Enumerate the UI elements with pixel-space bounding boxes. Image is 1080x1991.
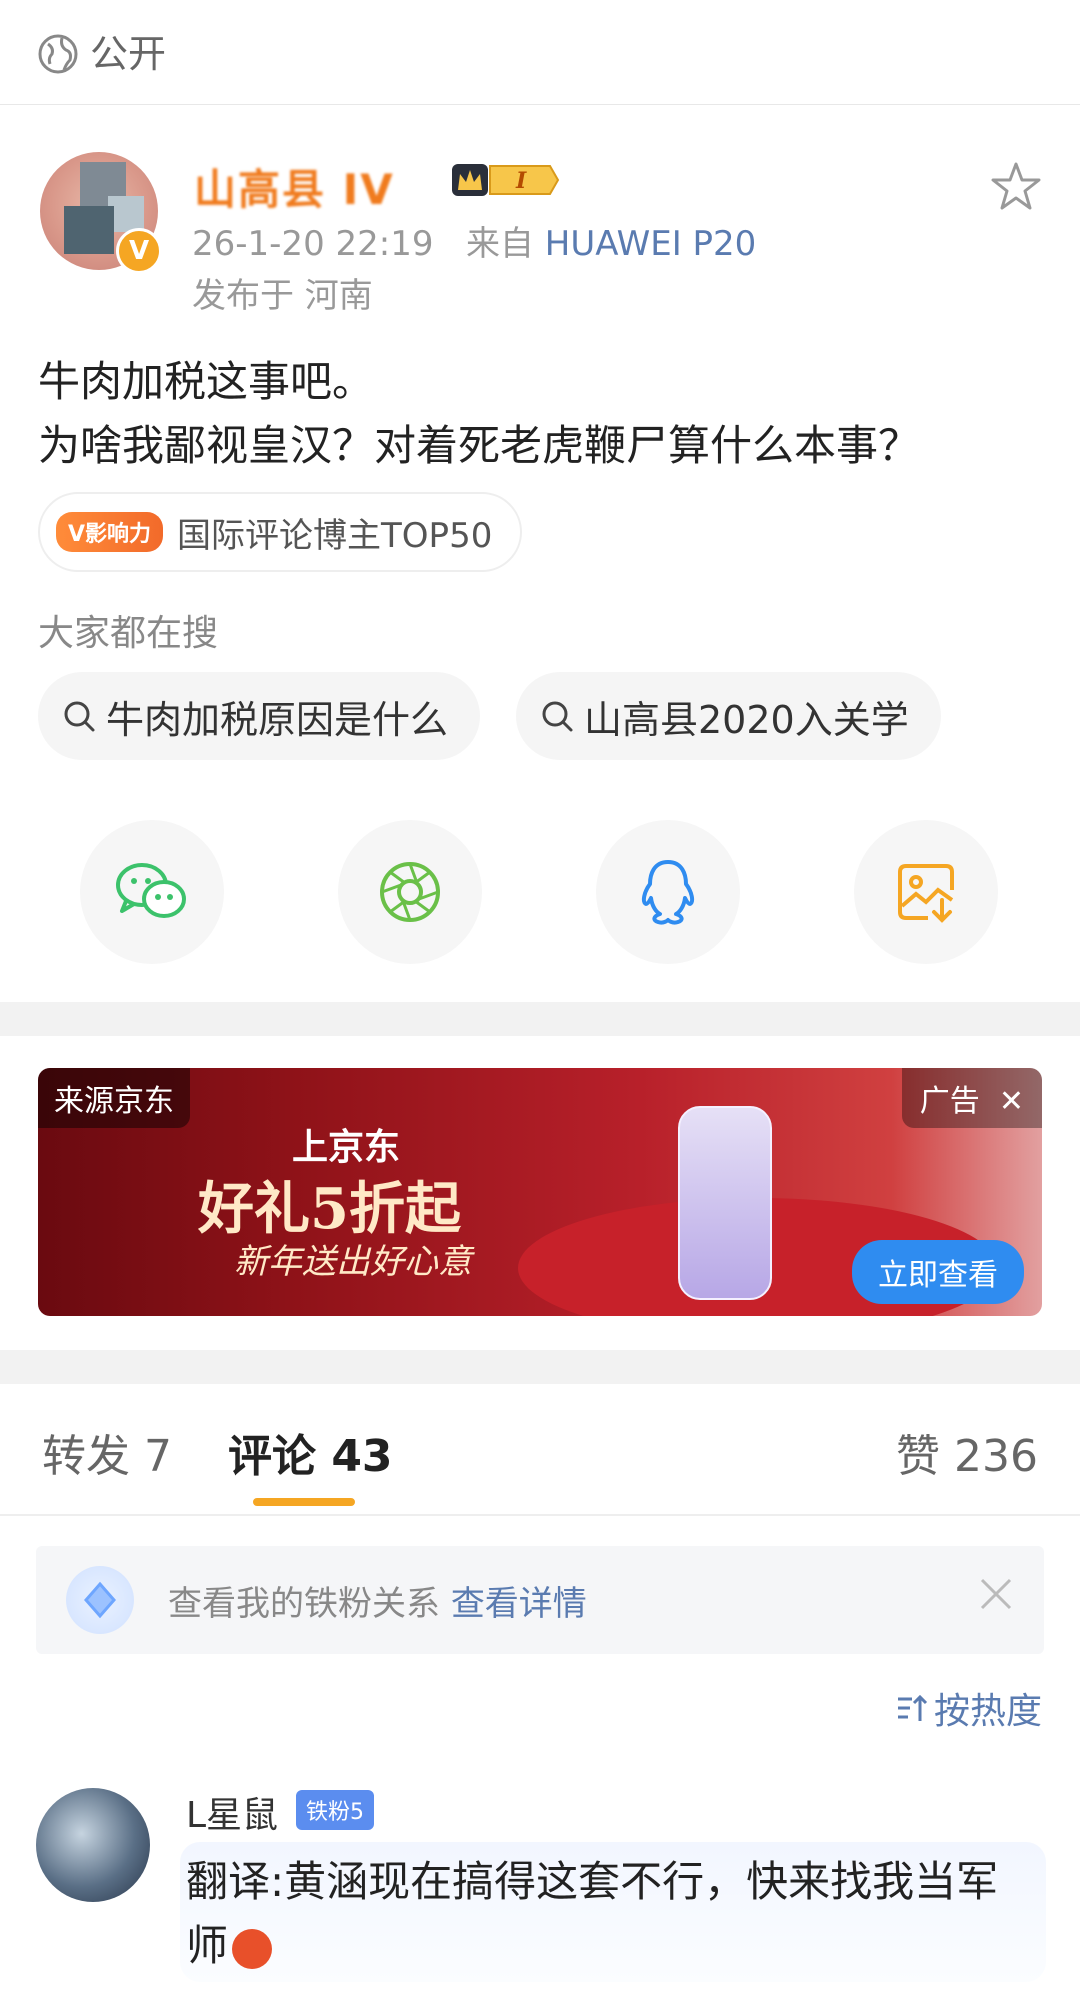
section-divider [0, 1350, 1080, 1384]
ad-promo: 好礼5折起 [198, 1176, 461, 1242]
ad-source: 来源京东 [38, 1068, 190, 1128]
moments-icon [380, 862, 440, 922]
username[interactable]: 山高县 IV [194, 156, 395, 217]
ad-close[interactable]: 广告 ✕ [901, 1068, 1042, 1128]
globe-icon [38, 34, 78, 74]
visibility-label: 公开 [90, 32, 167, 76]
qq-icon [641, 860, 695, 925]
comment-text: 翻译:黄涵现在搞得这套不行，快来找我当军师 [186, 1850, 1036, 1978]
fan-relation-text: 查看我的铁粉关系 查看详情 [168, 1576, 587, 1625]
diamond-icon [66, 1566, 134, 1634]
sort-label: 按热度 [933, 1691, 1042, 1732]
share-wechat-button[interactable] [80, 820, 224, 964]
share-moments-button[interactable] [338, 820, 482, 964]
search-chip[interactable]: 牛肉加税原因是什么 [38, 672, 481, 760]
angry-emoji-icon [232, 1928, 273, 1969]
post-location: 发布于 河南 [192, 276, 373, 316]
from-prefix: 来自 [465, 224, 534, 264]
ad-tag-label: 广告 [919, 1084, 980, 1119]
post-meta: 26-1-20 22:19 来自 HUAWEI P20 [192, 222, 756, 266]
sort-button[interactable]: 按热度 [894, 1682, 1042, 1734]
fan-relation-label: 查看我的铁粉关系 [168, 1584, 440, 1624]
close-icon[interactable] [978, 1576, 1014, 1612]
verified-badge: V [116, 228, 162, 274]
close-icon: ✕ [989, 1084, 1024, 1119]
search-icon [64, 701, 95, 732]
active-tab-indicator [253, 1498, 355, 1506]
commenter-avatar[interactable] [36, 1788, 150, 1902]
membership-crown-icon: I [452, 164, 560, 196]
fan-relation-link[interactable]: 查看详情 [451, 1584, 587, 1624]
ad-slogan: 新年送出好心意 [234, 1242, 472, 1282]
visibility-bar: 公开 [0, 0, 1080, 105]
ad-banner[interactable]: 来源京东 广告 ✕ 上京东 好礼5折起 新年送出好心意 立即查看 [38, 1068, 1042, 1316]
save-image-button[interactable] [854, 820, 998, 964]
fan-relation-bar[interactable]: 查看我的铁粉关系 查看详情 [36, 1546, 1044, 1654]
influence-tag[interactable]: V影响力 国际评论博主TOP50 [38, 492, 523, 572]
save-image-icon [898, 864, 954, 923]
search-chip[interactable]: 山高县2020入关学 [516, 672, 941, 760]
hot-search-title: 大家都在搜 [38, 613, 219, 654]
wechat-icon [116, 863, 186, 918]
commenter-name[interactable]: L星鼠 [186, 1786, 278, 1838]
section-divider [0, 1002, 1080, 1036]
tab-comment[interactable]: 评论 43 [228, 1420, 393, 1484]
influence-text: 国际评论博主TOP50 [177, 515, 493, 556]
device-link[interactable]: HUAWEI P20 [545, 224, 757, 264]
favorite-star-icon[interactable] [990, 160, 1042, 212]
ad-view-button[interactable]: 立即查看 [852, 1240, 1024, 1304]
influence-chip: V影响力 [56, 512, 164, 552]
comment-body: 翻译:黄涵现在搞得这套不行，快来找我当军师 [186, 1857, 999, 1970]
svg-text:I: I [515, 168, 527, 194]
post-time: 26-1-20 22:19 [192, 224, 434, 264]
share-qq-button[interactable] [596, 820, 740, 964]
tab-divider [0, 1514, 1080, 1516]
fan-level-badge: 铁粉5 [296, 1790, 374, 1830]
post-text: 牛肉加税这事吧。 为啥我鄙视皇汉？对着死老虎鞭尸算什么本事？ [38, 357, 921, 470]
search-icon [542, 701, 573, 732]
search-chip-label: 牛肉加税原因是什么 [106, 697, 449, 742]
sort-icon [897, 1694, 928, 1721]
ad-headline: 上京东 [292, 1126, 401, 1168]
tab-like[interactable]: 赞 236 [896, 1420, 1038, 1484]
ad-bottle-image [678, 1106, 772, 1300]
tab-repost[interactable]: 转发 7 [42, 1420, 172, 1484]
search-chip-label: 山高县2020入关学 [584, 697, 909, 742]
